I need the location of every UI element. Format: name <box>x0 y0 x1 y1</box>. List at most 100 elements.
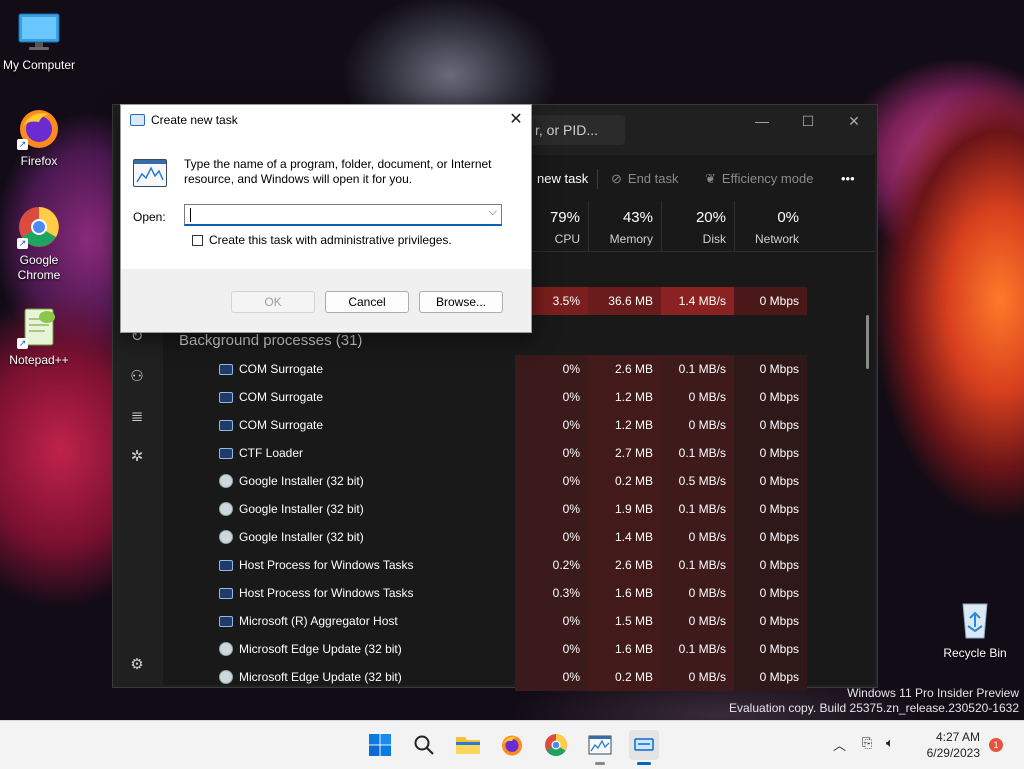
network-column-header[interactable]: 0% Network <box>734 201 807 251</box>
process-name: Google Installer (32 bit) <box>219 523 364 551</box>
network-cell: 0 Mbps <box>734 355 807 383</box>
users-icon[interactable]: ⚇ <box>127 367 147 387</box>
task-manager-taskbar-button[interactable] <box>585 730 615 765</box>
network-cell: 0 Mbps <box>734 411 807 439</box>
table-row[interactable]: Host Process for Windows Tasks 0.3% 1.6 MB… <box>163 579 875 607</box>
cpu-cell: 0% <box>515 355 588 383</box>
browse-button[interactable]: Browse... <box>419 291 503 313</box>
recycle-bin-icon <box>953 598 997 642</box>
memory-cell: 1.6 MB <box>588 635 661 663</box>
file-explorer-button[interactable] <box>453 730 483 760</box>
dialog-description: Type the name of a program, folder, docu… <box>184 157 492 186</box>
notification-badge[interactable]: 1 <box>989 738 1003 752</box>
watermark-build: Evaluation copy. Build 25375.zn_release.… <box>729 701 1019 715</box>
desktop-icon-my-computer[interactable]: My Computer <box>1 10 77 73</box>
end-task-button[interactable]: ⊘ End task <box>611 169 679 189</box>
firefox-icon: ↗ <box>17 106 61 150</box>
app-window-icon <box>219 447 233 459</box>
desktop-icon-label: Notepad++ <box>9 353 69 367</box>
process-name-label: Microsoft (R) Aggregator Host <box>239 614 398 628</box>
disk-cell: 0 MB/s <box>661 663 734 691</box>
disk-cell: 0.1 MB/s <box>661 551 734 579</box>
cpu-cell: 0% <box>515 663 588 691</box>
efficiency-mode-button[interactable]: ❦ Efficiency mode <box>705 169 813 189</box>
process-name: Microsoft (R) Aggregator Host <box>219 607 398 635</box>
memory-column-header[interactable]: 43% Memory <box>588 201 661 251</box>
memory-cell: 1.2 MB <box>588 383 661 411</box>
run-new-task-button[interactable]: new task <box>537 169 588 189</box>
table-row[interactable]: CTF Loader 0% 2.7 MB 0.1 MB/s 0 Mbps <box>163 439 875 467</box>
volume-icon[interactable]: 🔈︎ <box>886 735 894 751</box>
windows-logo-icon <box>369 734 391 756</box>
table-row[interactable]: Microsoft Edge Update (32 bit) 0% 1.6 MB 0.… <box>163 635 875 663</box>
network-cell: 0 Mbps <box>734 607 807 635</box>
process-name: Microsoft Edge Update (32 bit) <box>219 635 402 663</box>
dialog-close-button[interactable]: ✕ <box>501 105 531 135</box>
network-cell: 0 Mbps <box>734 287 807 315</box>
firefox-icon <box>502 735 522 756</box>
settings-gear-icon[interactable]: ⚙ <box>127 655 147 675</box>
dialog-title: Create new task <box>151 113 238 127</box>
admin-privileges-checkbox[interactable] <box>192 234 203 246</box>
chrome-taskbar-button[interactable] <box>541 730 571 760</box>
app-window-icon <box>219 615 233 627</box>
table-row[interactable]: COM Surrogate 0% 1.2 MB 0 MB/s 0 Mbps <box>163 383 875 411</box>
details-list-icon[interactable]: ≣ <box>127 407 147 427</box>
admin-privileges-option[interactable]: Create this task with administrative pri… <box>192 233 452 247</box>
start-button[interactable] <box>365 730 395 760</box>
table-row[interactable]: Google Installer (32 bit) 0% 0.2 MB 0.5 MB/… <box>163 467 875 495</box>
desktop-icon-recycle-bin[interactable]: Recycle Bin <box>937 598 1013 661</box>
chevron-up-icon[interactable]: ︿ <box>833 735 846 754</box>
table-row[interactable]: Microsoft Edge Update (32 bit) 0% 0.2 MB 0 … <box>163 663 875 691</box>
system-clock[interactable]: 4:27 AM 6/29/2023 <box>927 729 980 761</box>
table-row[interactable]: COM Surrogate 0% 1.2 MB 0 MB/s 0 Mbps <box>163 411 875 439</box>
close-button[interactable]: ✕ <box>831 105 877 137</box>
ok-button[interactable]: OK <box>231 291 315 313</box>
chrome-icon <box>545 734 567 756</box>
run-dialog-taskbar-button[interactable] <box>629 730 659 765</box>
disk-cell: 0 MB/s <box>661 523 734 551</box>
cpu-cell: 0% <box>515 467 588 495</box>
task-manager-icon <box>588 735 612 755</box>
desktop-icon-label: Google Chrome <box>17 253 61 282</box>
table-row[interactable]: Google Installer (32 bit) 0% 1.9 MB 0.1 MB/… <box>163 495 875 523</box>
table-row[interactable]: Host Process for Windows Tasks 0.2% 2.6 MB… <box>163 551 875 579</box>
disk-column-header[interactable]: 20% Disk <box>661 201 734 251</box>
watermark-edition: Windows 11 Pro Insider Preview <box>847 686 1019 700</box>
desktop-icon-firefox[interactable]: ↗ Firefox <box>1 106 77 169</box>
memory-cell: 1.2 MB <box>588 411 661 439</box>
installer-icon <box>219 642 233 656</box>
table-row[interactable]: Microsoft (R) Aggregator Host 0% 1.5 MB 0 M… <box>163 607 875 635</box>
maximize-button[interactable]: ☐ <box>785 105 831 137</box>
more-options-button[interactable]: ••• <box>841 169 855 189</box>
disk-cell: 0.1 MB/s <box>661 635 734 663</box>
active-indicator <box>637 762 651 765</box>
running-indicator <box>595 762 605 765</box>
cpu-cell: 0% <box>515 495 588 523</box>
dialog-title-bar: Create new task ✕ <box>121 105 531 135</box>
task-manager-search-box[interactable]: r, or PID... <box>531 115 625 145</box>
end-task-label: End task <box>627 171 679 186</box>
disk-label: Disk <box>702 232 726 246</box>
network-icon[interactable]: ⎘ <box>862 735 872 751</box>
minimize-button[interactable]: — <box>739 105 785 137</box>
firefox-taskbar-button[interactable] <box>497 730 527 760</box>
desktop-icon-google-chrome[interactable]: ↗ Google Chrome <box>1 205 77 283</box>
open-combobox[interactable]: ⌵ <box>184 204 502 226</box>
cancel-button[interactable]: Cancel <box>325 291 409 313</box>
services-icon[interactable]: ✲ <box>127 447 147 467</box>
desktop-icon-notepad-plus-plus[interactable]: ↗ Notepad++ <box>1 305 77 368</box>
table-row[interactable]: COM Surrogate 0% 2.6 MB 0.1 MB/s 0 Mbps <box>163 355 875 383</box>
admin-privileges-label: Create this task with administrative pri… <box>209 233 452 247</box>
monitor-icon <box>17 10 61 54</box>
table-row[interactable]: Google Installer (32 bit) 0% 1.4 MB 0 MB/s 0… <box>163 523 875 551</box>
search-button[interactable] <box>409 730 439 760</box>
more-options-icon: ••• <box>841 171 855 186</box>
disk-cell: 0 MB/s <box>661 411 734 439</box>
installer-icon <box>219 502 233 516</box>
shortcut-arrow-icon: ↗ <box>17 338 28 349</box>
network-cell: 0 Mbps <box>734 663 807 691</box>
dialog-body: Type the name of a program, folder, docu… <box>121 135 531 269</box>
cpu-cell: 0% <box>515 383 588 411</box>
chevron-down-icon[interactable]: ⌵ <box>489 206 497 219</box>
